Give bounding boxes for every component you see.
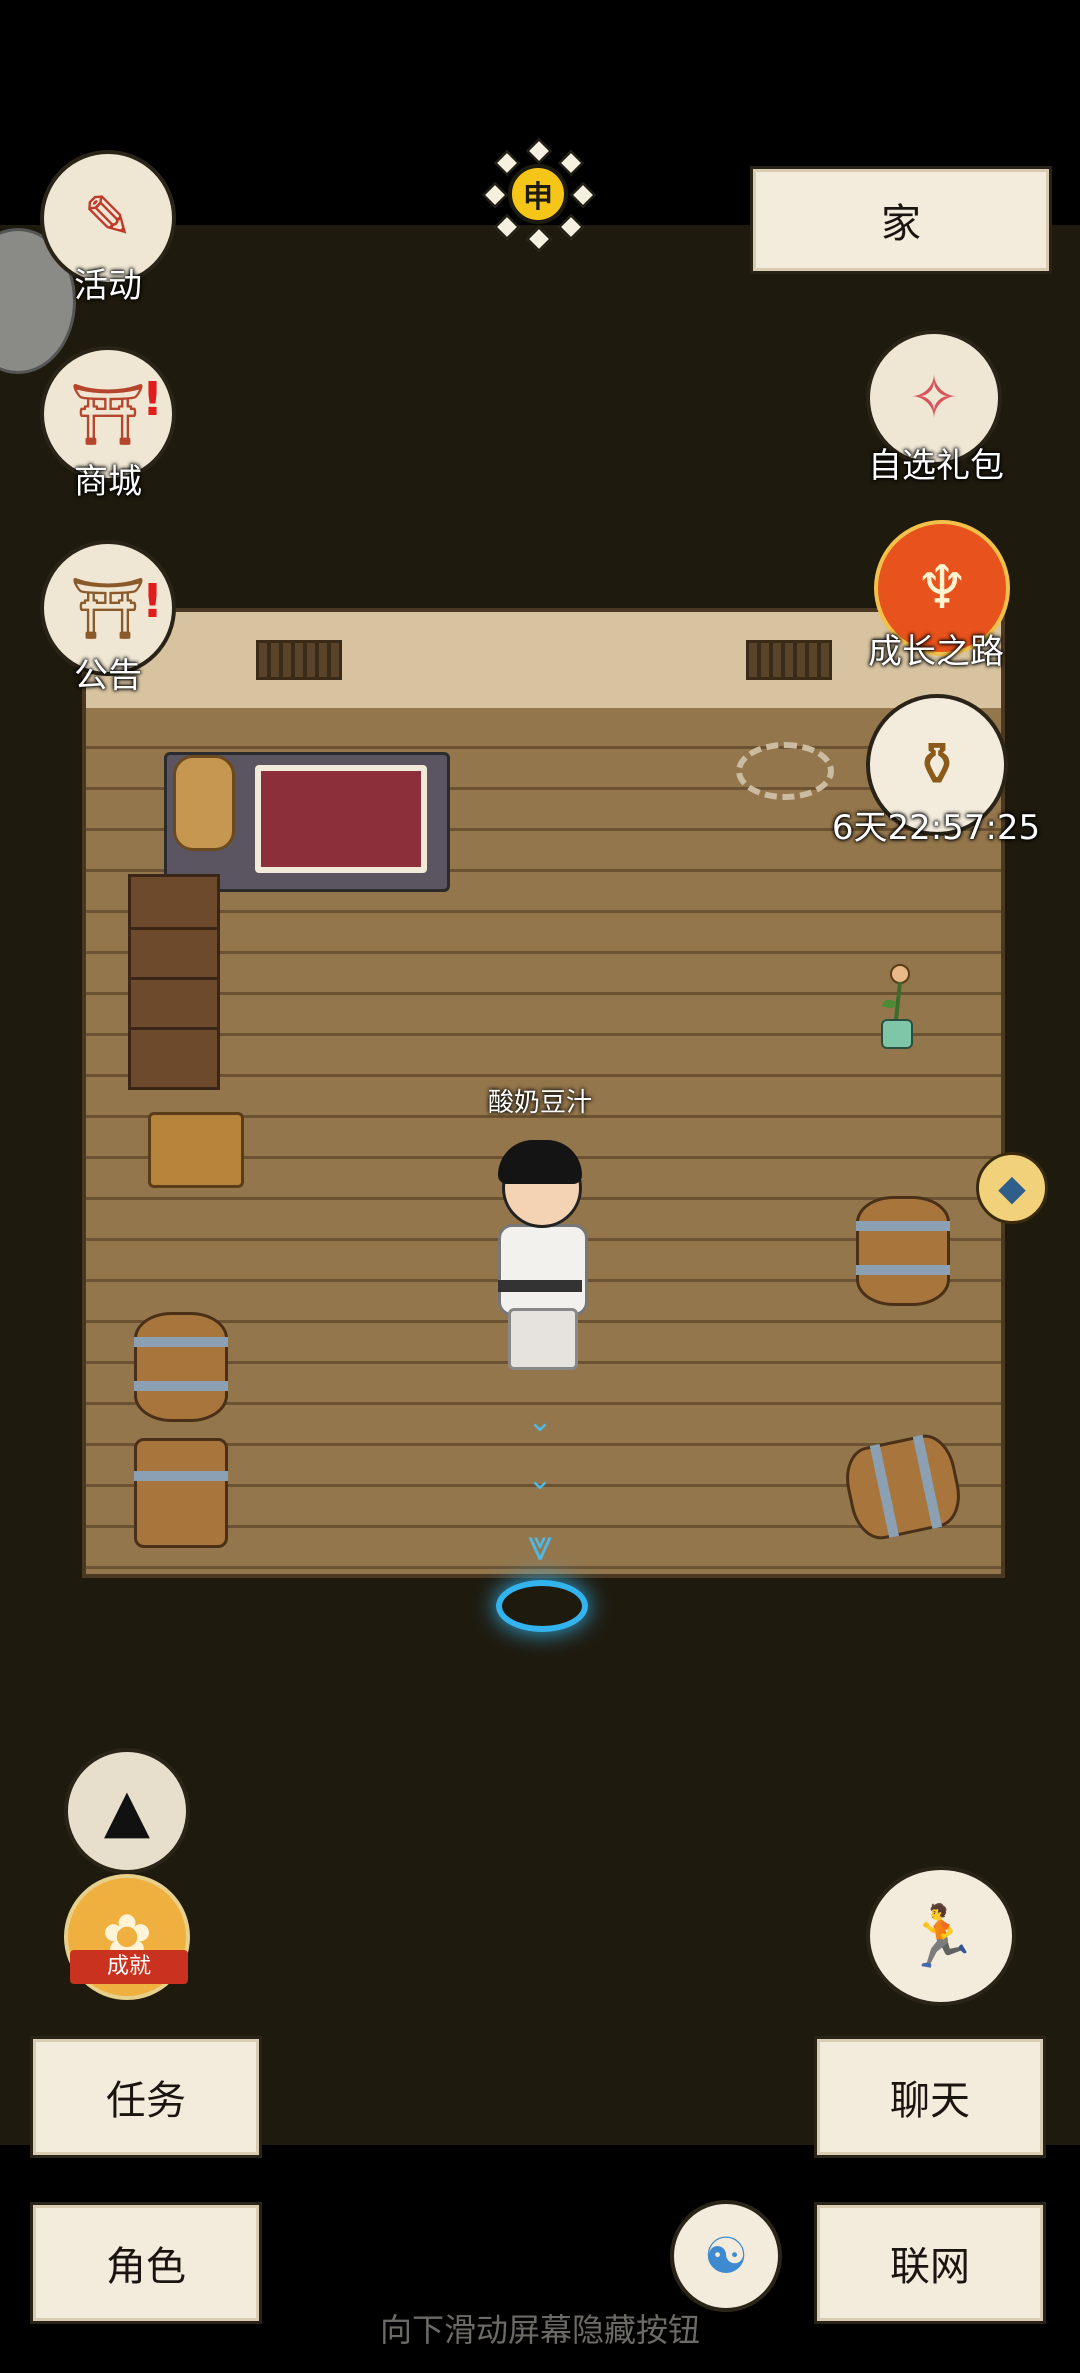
shop-alert-badge: ! xyxy=(142,372,163,426)
time-marker: 申 xyxy=(508,164,568,224)
bookshelf[interactable] xyxy=(128,874,220,1090)
scroll-fan-icon: ✎ xyxy=(82,183,134,253)
market-stall-icon: ⛩ xyxy=(69,379,147,450)
barrel[interactable] xyxy=(856,1196,950,1306)
run-button[interactable]: 🏃 xyxy=(866,1866,1016,2006)
notice-board-icon: ⛩ xyxy=(69,573,147,644)
task-label: 任务 xyxy=(106,2078,186,2124)
meditation-icon: ☯ xyxy=(703,2227,749,2285)
wall-vent xyxy=(746,640,832,680)
gift-bag-icon: ✧ xyxy=(908,363,960,433)
location-label: 家 xyxy=(881,201,921,247)
meditate-button[interactable]: ☯ xyxy=(670,2200,782,2312)
bronze-vessel-icon: ⚱ xyxy=(911,730,963,800)
chat-button[interactable]: 聊天 xyxy=(814,2036,1046,2158)
event-timer: 6天22:57:25 xyxy=(831,808,1041,848)
activity-label: 活动 xyxy=(74,266,142,306)
chat-label: 聊天 xyxy=(890,2078,970,2124)
achievement-ribbon: 成就 xyxy=(70,1950,188,1984)
exit-portal[interactable] xyxy=(496,1580,588,1632)
crystal-gem-icon[interactable]: ◆ xyxy=(976,1152,1048,1224)
exit-arrow-icon: ⌄ xyxy=(527,1404,553,1439)
shop-label: 商城 xyxy=(74,462,142,502)
player-name: 酸奶豆汁 xyxy=(487,1088,592,1118)
barrel[interactable] xyxy=(134,1312,228,1422)
blanket xyxy=(255,765,427,873)
task-button[interactable]: 任务 xyxy=(30,2036,262,2158)
wall-vent xyxy=(256,640,342,680)
coiled-rope[interactable] xyxy=(736,742,834,800)
growth-path-label: 成长之路 xyxy=(868,632,1004,672)
network-label: 联网 xyxy=(890,2244,970,2290)
player-belt xyxy=(498,1280,582,1292)
growth-figure-icon: ♆ xyxy=(915,553,969,623)
running-figure-icon: 🏃 xyxy=(903,1901,979,1972)
swipe-hint: 向下滑动屏幕隐藏按钮 xyxy=(379,2311,700,2349)
notice-label: 公告 xyxy=(74,656,142,696)
pillow xyxy=(173,755,235,851)
bed[interactable] xyxy=(164,752,450,892)
potted-flower[interactable] xyxy=(876,962,916,1052)
player-character[interactable] xyxy=(490,1140,590,1370)
time-of-day-sun[interactable]: 申 xyxy=(482,138,596,252)
player-legs xyxy=(508,1308,578,1370)
exit-arrow-icon: ⌄ xyxy=(527,1462,553,1497)
gift-pack-label: 自选礼包 xyxy=(868,446,1004,486)
storage-crate[interactable] xyxy=(134,1438,228,1548)
location-button[interactable]: 家 xyxy=(750,166,1052,274)
notice-alert-badge: ! xyxy=(142,574,163,628)
hat-button[interactable]: ▲ xyxy=(64,1748,190,1874)
straw-hat-icon: ▲ xyxy=(103,1776,151,1846)
exit-arrow-icon: ⩔ xyxy=(527,1520,553,1571)
character-label: 角色 xyxy=(106,2244,186,2290)
treasure-chest[interactable] xyxy=(148,1112,244,1188)
player-robe xyxy=(498,1224,588,1316)
